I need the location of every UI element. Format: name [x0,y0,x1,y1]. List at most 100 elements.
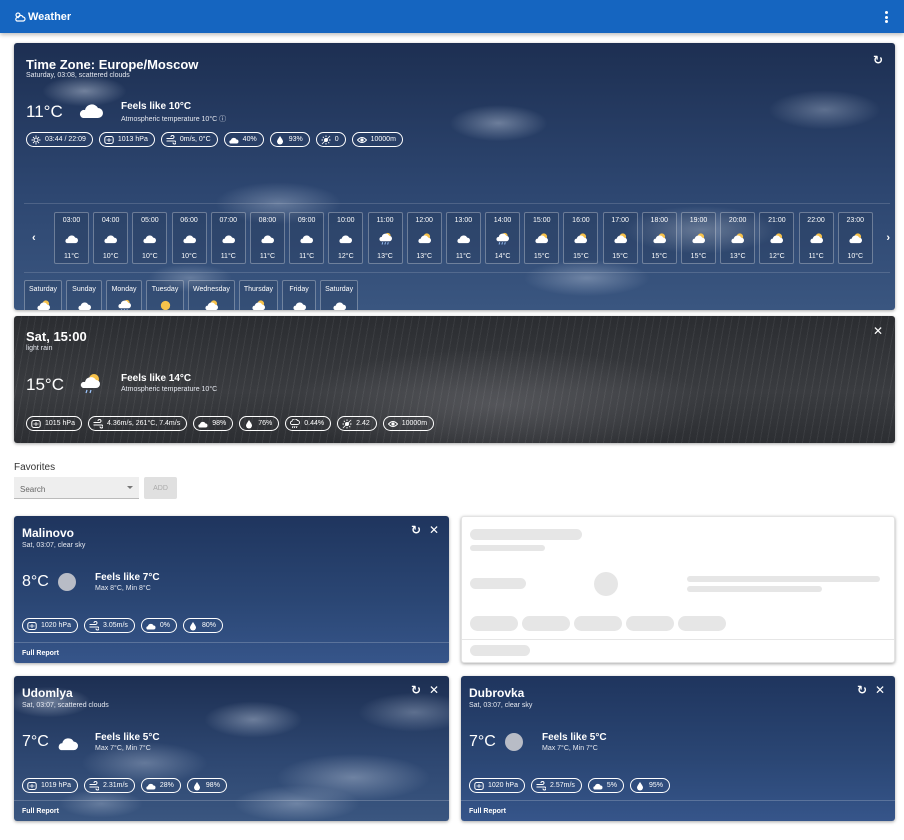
chip-humidity: 98% [186,778,227,793]
cloud-icon [292,297,307,310]
day-card[interactable]: ThursdayRain15°C [238,280,279,310]
city-chips: 1020 hPa 3.05m/s 0% 80% [22,618,224,633]
hour-card[interactable]: 15:00 15°C [524,212,560,264]
wind-icon [89,620,103,631]
search-input[interactable]: Search [14,477,139,499]
hour-card[interactable]: 13:00 11°C [445,212,481,264]
chevron-down-icon[interactable] [127,486,133,489]
cloud-icon [146,621,160,631]
hour-card[interactable]: 22:00 11°C [798,212,834,264]
chevron-right-icon[interactable]: › [886,232,890,244]
chip-uv: 2.42 [337,416,377,431]
day-card[interactable]: SaturdayClouds20°C [320,280,359,310]
hour-card[interactable]: 12:00 13°C [406,212,442,264]
chip-text: 10000m [401,420,428,427]
skeleton-chip [626,616,674,631]
skeleton-icon [594,572,618,596]
chip-text: 0.44% [304,420,325,427]
pressure-icon [104,135,118,145]
city-min-max: Max 7°C, Min 7°C [542,745,598,752]
chip-sunrise: 03:44 / 22:09 [26,132,93,147]
close-icon[interactable]: ✕ [875,683,885,697]
hour-card[interactable]: 17:00 15°C [602,212,638,264]
close-icon[interactable]: ✕ [873,324,883,338]
hour-card[interactable]: 11:00 13°C [367,212,403,264]
hour-temp: 10°C [102,253,119,260]
hour-card[interactable]: 08:00 11°C [249,212,285,264]
detail-temp: 15°C [26,375,64,394]
close-icon[interactable]: ✕ [429,523,439,537]
hour-time: 11:00 [376,217,394,224]
hour-card[interactable]: 07:00 11°C [210,212,246,264]
help-icon[interactable]: ⓘ [219,116,226,123]
hour-card[interactable]: 14:00 14°C [485,212,521,264]
day-card[interactable]: SundayClouds16°C [66,280,103,310]
hour-time: 05:00 [141,217,159,224]
hour-card[interactable]: 10:00 12°C [328,212,364,264]
hour-temp: 15°C [573,253,589,260]
day-name: Wednesday [193,286,230,293]
city-temp: 7°C [22,733,49,750]
hour-temp: 11°C [455,253,471,260]
cloud-icon [456,232,471,245]
wind-icon [93,418,107,429]
hour-card[interactable]: 21:00 12°C [759,212,795,264]
hour-card[interactable]: 20:00 13°C [720,212,756,264]
hour-card[interactable]: 19:00 15°C [681,212,716,264]
sun-icon [158,297,173,310]
chip-uv: 0 [315,132,346,147]
hour-card[interactable]: 03:00 11°C [54,212,89,264]
hour-temp: 11°C [299,253,315,260]
city-min-max: Max 8°C, Min 8°C [95,585,151,592]
cloud-icon [338,232,353,245]
humidity-icon [635,781,649,791]
hour-card[interactable]: 05:00 10°C [132,212,168,264]
full-report-link[interactable]: Full Report [461,800,895,821]
humidity-icon [192,781,206,791]
close-icon[interactable]: ✕ [429,683,439,697]
chip-wind: 4.36m/s, 261°C, 7.4m/s [87,416,188,431]
current-atmospheric: Atmospheric temperature 10°C ⓘ [121,116,227,123]
sun-cloud-icon [769,232,784,245]
day-card[interactable]: SaturdayRain13°C [24,280,63,310]
chip-text: 1019 hPa [41,782,71,789]
day-card[interactable]: TuesdayClear18°C [146,280,185,310]
chip-cloud: 40% [223,132,264,147]
rain-icon [495,232,510,245]
hour-time: 13:00 [454,217,473,224]
loading-card [461,516,895,663]
hour-card[interactable]: 18:00 15°C [641,212,677,264]
skeleton-temp [470,578,526,589]
refresh-icon[interactable]: ↻ [411,683,421,697]
refresh-icon[interactable]: ↻ [857,683,867,697]
city-name: Dubrovka [469,686,525,700]
refresh-icon[interactable]: ↻ [873,53,883,67]
app-brand[interactable]: Weather [14,11,71,23]
full-report-link[interactable]: Full Report [14,800,449,821]
chip-humidity: 80% [183,618,224,633]
chip-text: 2.42 [356,420,370,427]
chip-text: 80% [202,622,217,629]
hour-card[interactable]: 23:00 10°C [837,212,873,264]
chevron-left-icon[interactable]: ‹ [32,232,36,244]
sun-cloud-icon [251,297,266,310]
chip-humidity: 93% [269,132,310,147]
refresh-icon[interactable]: ↻ [411,523,421,537]
hour-card[interactable]: 06:00 10°C [171,212,207,264]
skeleton-footer [470,645,530,656]
day-name: Thursday [243,286,274,293]
more-menu-icon[interactable] [882,9,890,25]
current-weather-card: Time Zone: Europe/Moscow Saturday, 03:08… [14,43,895,310]
hour-card[interactable]: 04:00 10°C [93,212,129,264]
moon-icon [57,572,77,595]
city-feels-like: Feels like 5°C [542,732,607,743]
full-report-link[interactable]: Full Report [14,642,449,663]
hour-time: 15:00 [532,217,551,224]
day-card[interactable]: FridayClouds17°C [282,280,317,310]
hour-temp: 13°C [729,253,746,260]
add-button[interactable]: ADD [144,477,177,499]
day-card[interactable]: MondayRain16°C [106,280,143,310]
hour-card[interactable]: 09:00 11°C [289,212,325,264]
day-card[interactable]: WednesdayRain22°C [188,280,235,310]
hour-card[interactable]: 16:00 15°C [563,212,599,264]
